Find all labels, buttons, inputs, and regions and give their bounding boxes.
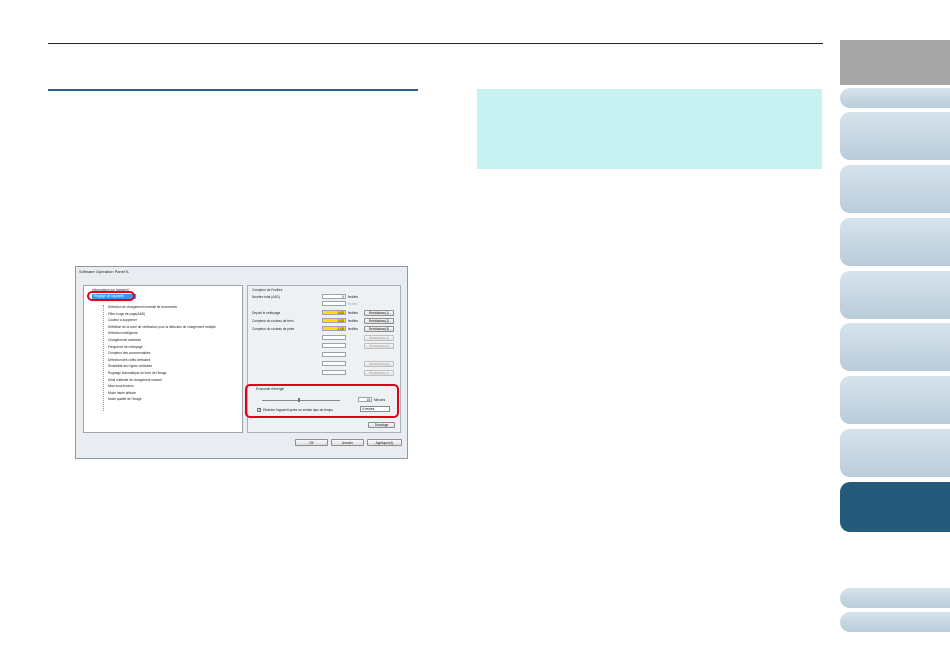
reset-button-7[interactable]: Réinitialiser(7) [364,370,394,376]
counter-field-disabled [322,361,346,366]
tree-item[interactable]: Filtre rouge de page(AAD) [108,312,145,316]
note-box [477,89,822,169]
desktop-button[interactable]: Décalage [368,422,395,428]
nav-tab-4[interactable] [840,218,950,266]
counter-group-title: Compteur de Feuilles [252,288,283,292]
counter-unit: feuilles [348,327,358,331]
tree-item[interactable]: Chargements autorisés [108,338,141,342]
nav-tab-active[interactable] [840,482,950,532]
reset-button-3[interactable]: Réinitialiser(3) [364,326,394,332]
tree-item[interactable]: Fréquence de nettoyage [108,345,143,349]
tree-item[interactable]: Détection intelligente [108,331,138,335]
reset-button-1[interactable]: Réinitialiser(1) [364,310,394,316]
nav-tab-8[interactable] [840,429,950,477]
reset-button-6[interactable]: Réinitialiser(6) [364,361,394,367]
tree-item[interactable]: Sensibilité aux lignes verticales [108,364,152,368]
tree-item[interactable]: Détection de chargement excessif de docu… [108,305,177,309]
counter-unit-dim: feuilles [348,302,358,306]
tree-item[interactable]: Mode qualité de l'image [108,397,142,401]
reset-button-4[interactable]: Réinitialiser(4) [364,335,394,341]
tree-item[interactable]: Définition de la zone de vérification po… [108,325,216,329]
counter-unit: feuilles [348,311,358,315]
nav-tab-2[interactable] [840,112,950,160]
nav-tab-bottom-1[interactable] [840,588,950,608]
tree-item[interactable]: Mise sous tension [108,384,134,388]
settings-pane: Compteur de Feuilles Nombre total (AAD) … [245,285,401,433]
header-rule [48,43,823,44]
reset-button-2[interactable]: Réinitialiser(2) [364,318,394,324]
nav-tab-bottom-2[interactable] [840,612,950,632]
counter-field-total: 0 [322,294,346,299]
counter-unit: feuilles [348,319,358,323]
counter-unit: feuilles [348,295,358,299]
eco-highlight-oval [245,384,399,418]
reset-button-5[interactable]: Réinitialiser(5) [364,343,394,349]
counter-label-total: Nombre total (AAD) [252,295,280,299]
counter-field-pick-roller: 1,00 [322,326,346,331]
software-operation-panel-window: Software Operation Panel fi- Information… [75,266,408,459]
counter-label-brake-roller: Compteur du rouleau de frein [252,319,294,323]
tree-highlight-oval [87,291,135,301]
counter-field-disabled [322,335,346,340]
window-title: Software Operation Panel fi- [79,269,130,274]
counter-field-disabled [322,370,346,375]
counter-field-cleaning: 0,00 [322,310,346,315]
nav-tab-7[interactable] [840,376,950,424]
nav-tab-3[interactable] [840,165,950,213]
counter-field-disabled [322,352,346,357]
counter-label-pick-roller: Compteur du rouleau de prise [252,327,295,331]
cancel-button[interactable]: Annuler [331,439,364,446]
counter-field-disabled [322,343,346,348]
nav-tab-5[interactable] [840,271,950,319]
nav-tab-gray-3[interactable] [840,64,950,85]
nav-tab-6[interactable] [840,323,950,371]
tree-item[interactable]: Rognage automatique du bord de l'image [108,371,166,375]
counter-field-brake-roller: 0,00 [322,318,346,323]
settings-tree: Informations sur l'appareil Réglage de l… [83,285,243,433]
tree-item[interactable]: Détection des côtés verticales [108,358,150,362]
tree-item[interactable]: Délai d'attente de chargement manuel [108,378,162,382]
tree-item[interactable]: Mode haute altitude [108,391,136,395]
apply-button[interactable]: Appliquer(A) [367,439,402,446]
nav-tab-gray-2[interactable] [840,40,950,61]
counter-label-cleaning: Depuis le nettoyage [252,311,281,315]
counter-field-empty [322,301,346,306]
tree-item[interactable]: Couleur à supprimer [108,318,137,322]
ok-button[interactable]: OK [295,439,328,446]
tree-item[interactable]: Compteur des consommables [108,351,150,355]
nav-tab-1[interactable] [840,88,950,108]
section-rule [48,89,418,91]
tree-connector [103,305,105,411]
